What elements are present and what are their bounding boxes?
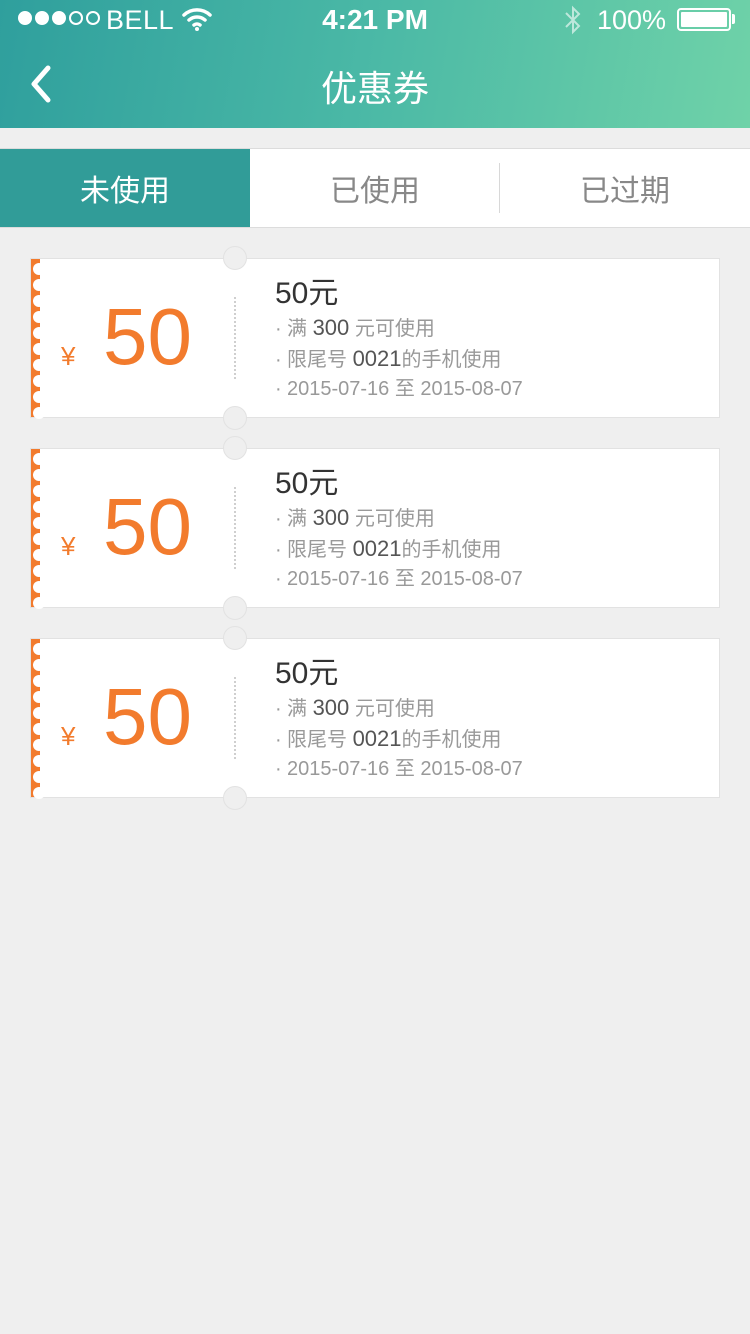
coupon-scallop — [33, 263, 45, 275]
battery-icon — [677, 8, 731, 31]
coupon-scallop — [33, 343, 45, 355]
coupon-scallop — [33, 517, 45, 529]
coupon-notch — [223, 406, 247, 430]
coupon-notch — [223, 596, 247, 620]
coupon-perforation — [234, 487, 236, 569]
coupon-scallop — [33, 501, 45, 513]
coupon-scalloped-edge — [31, 449, 45, 609]
coupon-scallop — [33, 597, 45, 609]
coupon-scallop — [33, 359, 45, 371]
coupon-scallop — [33, 755, 45, 767]
coupon-notch — [223, 786, 247, 810]
coupon-scallop — [33, 771, 45, 783]
bluetooth-icon — [565, 5, 581, 35]
page-title: 优惠券 — [320, 68, 429, 109]
coupon-scallop — [33, 327, 45, 339]
coupon-card[interactable]: ¥ 50 50元 · 满 300 元可使用 · 限尾号 0021的手机使用 · 201… — [30, 246, 720, 430]
coupon-scallop — [33, 739, 45, 751]
coupon-scallop — [33, 549, 45, 561]
coupon-scallop — [33, 723, 45, 735]
currency-symbol: ¥ — [61, 341, 76, 371]
coupon-validity: · 2015-07-16 至 2015-08-07 — [275, 378, 523, 400]
tab-unused[interactable]: 未使用 — [0, 149, 250, 227]
coupon-phone-restriction: · 限尾号 0021的手机使用 — [275, 346, 502, 371]
coupon-condition: · 满 300 元可使用 — [275, 695, 435, 720]
coupon-scallop — [33, 691, 45, 703]
coupon-notch — [223, 246, 247, 270]
coupon-validity: · 2015-07-16 至 2015-08-07 — [275, 568, 523, 590]
coupon-scalloped-edge — [31, 259, 45, 419]
coupon-amount: 50 — [103, 292, 192, 381]
currency-symbol: ¥ — [61, 531, 76, 561]
coupon-scallop — [33, 485, 45, 497]
coupon-card[interactable]: ¥ 50 50元 · 满 300 元可使用 · 限尾号 0021的手机使用 · 201… — [30, 436, 720, 620]
coupon-title: 50元 — [275, 657, 339, 690]
coupon-scallop — [33, 375, 45, 387]
coupon-info: 50元 · 满 300 元可使用 · 限尾号 0021的手机使用 · 2015-07-… — [275, 275, 523, 404]
coupon-scallop — [33, 707, 45, 719]
coupon-scallop — [33, 407, 45, 419]
app-header: BELL 4:21 PM 100% 优惠券 — [0, 0, 750, 128]
coupon-scallop — [33, 279, 45, 291]
coupon-scalloped-edge — [31, 639, 45, 799]
battery-nub — [732, 14, 735, 24]
coupon-perforation — [234, 297, 236, 379]
tab-expired[interactable]: 已过期 — [500, 149, 750, 227]
coupon-notch — [223, 436, 247, 460]
coupon-scallop — [33, 675, 45, 687]
coupon-info: 50元 · 满 300 元可使用 · 限尾号 0021的手机使用 · 2015-07-… — [275, 655, 523, 784]
coupon-notch — [223, 626, 247, 650]
coupon-info: 50元 · 满 300 元可使用 · 限尾号 0021的手机使用 · 2015-07-… — [275, 465, 523, 594]
coupon-phone-restriction: · 限尾号 0021的手机使用 — [275, 726, 502, 751]
coupon-scallop — [33, 581, 45, 593]
battery-percentage: 100% — [597, 5, 667, 35]
coupon-status-tabs: 未使用 已使用 已过期 — [0, 148, 750, 228]
coupon-condition: · 满 300 元可使用 — [275, 315, 435, 340]
coupon-card[interactable]: ¥ 50 50元 · 满 300 元可使用 · 限尾号 0021的手机使用 · 201… — [30, 626, 720, 810]
coupon-condition: · 满 300 元可使用 — [275, 505, 435, 530]
coupon-scallop — [33, 787, 45, 799]
coupon-scallop — [33, 311, 45, 323]
currency-symbol: ¥ — [61, 721, 76, 751]
coupon-perforation — [234, 677, 236, 759]
coupon-scallop — [33, 295, 45, 307]
status-bar: BELL 4:21 PM 100% — [0, 0, 750, 40]
coupon-scallop — [33, 469, 45, 481]
coupon-scallop — [33, 453, 45, 465]
coupon-phone-restriction: · 限尾号 0021的手机使用 — [275, 536, 502, 561]
coupon-title: 50元 — [275, 467, 339, 500]
coupon-scallop — [33, 659, 45, 671]
coupon-scallop — [33, 565, 45, 577]
coupon-scallop — [33, 643, 45, 655]
coupon-amount: 50 — [103, 672, 192, 761]
tab-used[interactable]: 已使用 — [250, 149, 500, 227]
coupon-title: 50元 — [275, 277, 339, 310]
coupon-scallop — [33, 391, 45, 403]
coupon-amount: 50 — [103, 482, 192, 571]
coupon-validity: · 2015-07-16 至 2015-08-07 — [275, 758, 523, 780]
tab-divider — [499, 163, 500, 213]
coupon-scallop — [33, 533, 45, 545]
